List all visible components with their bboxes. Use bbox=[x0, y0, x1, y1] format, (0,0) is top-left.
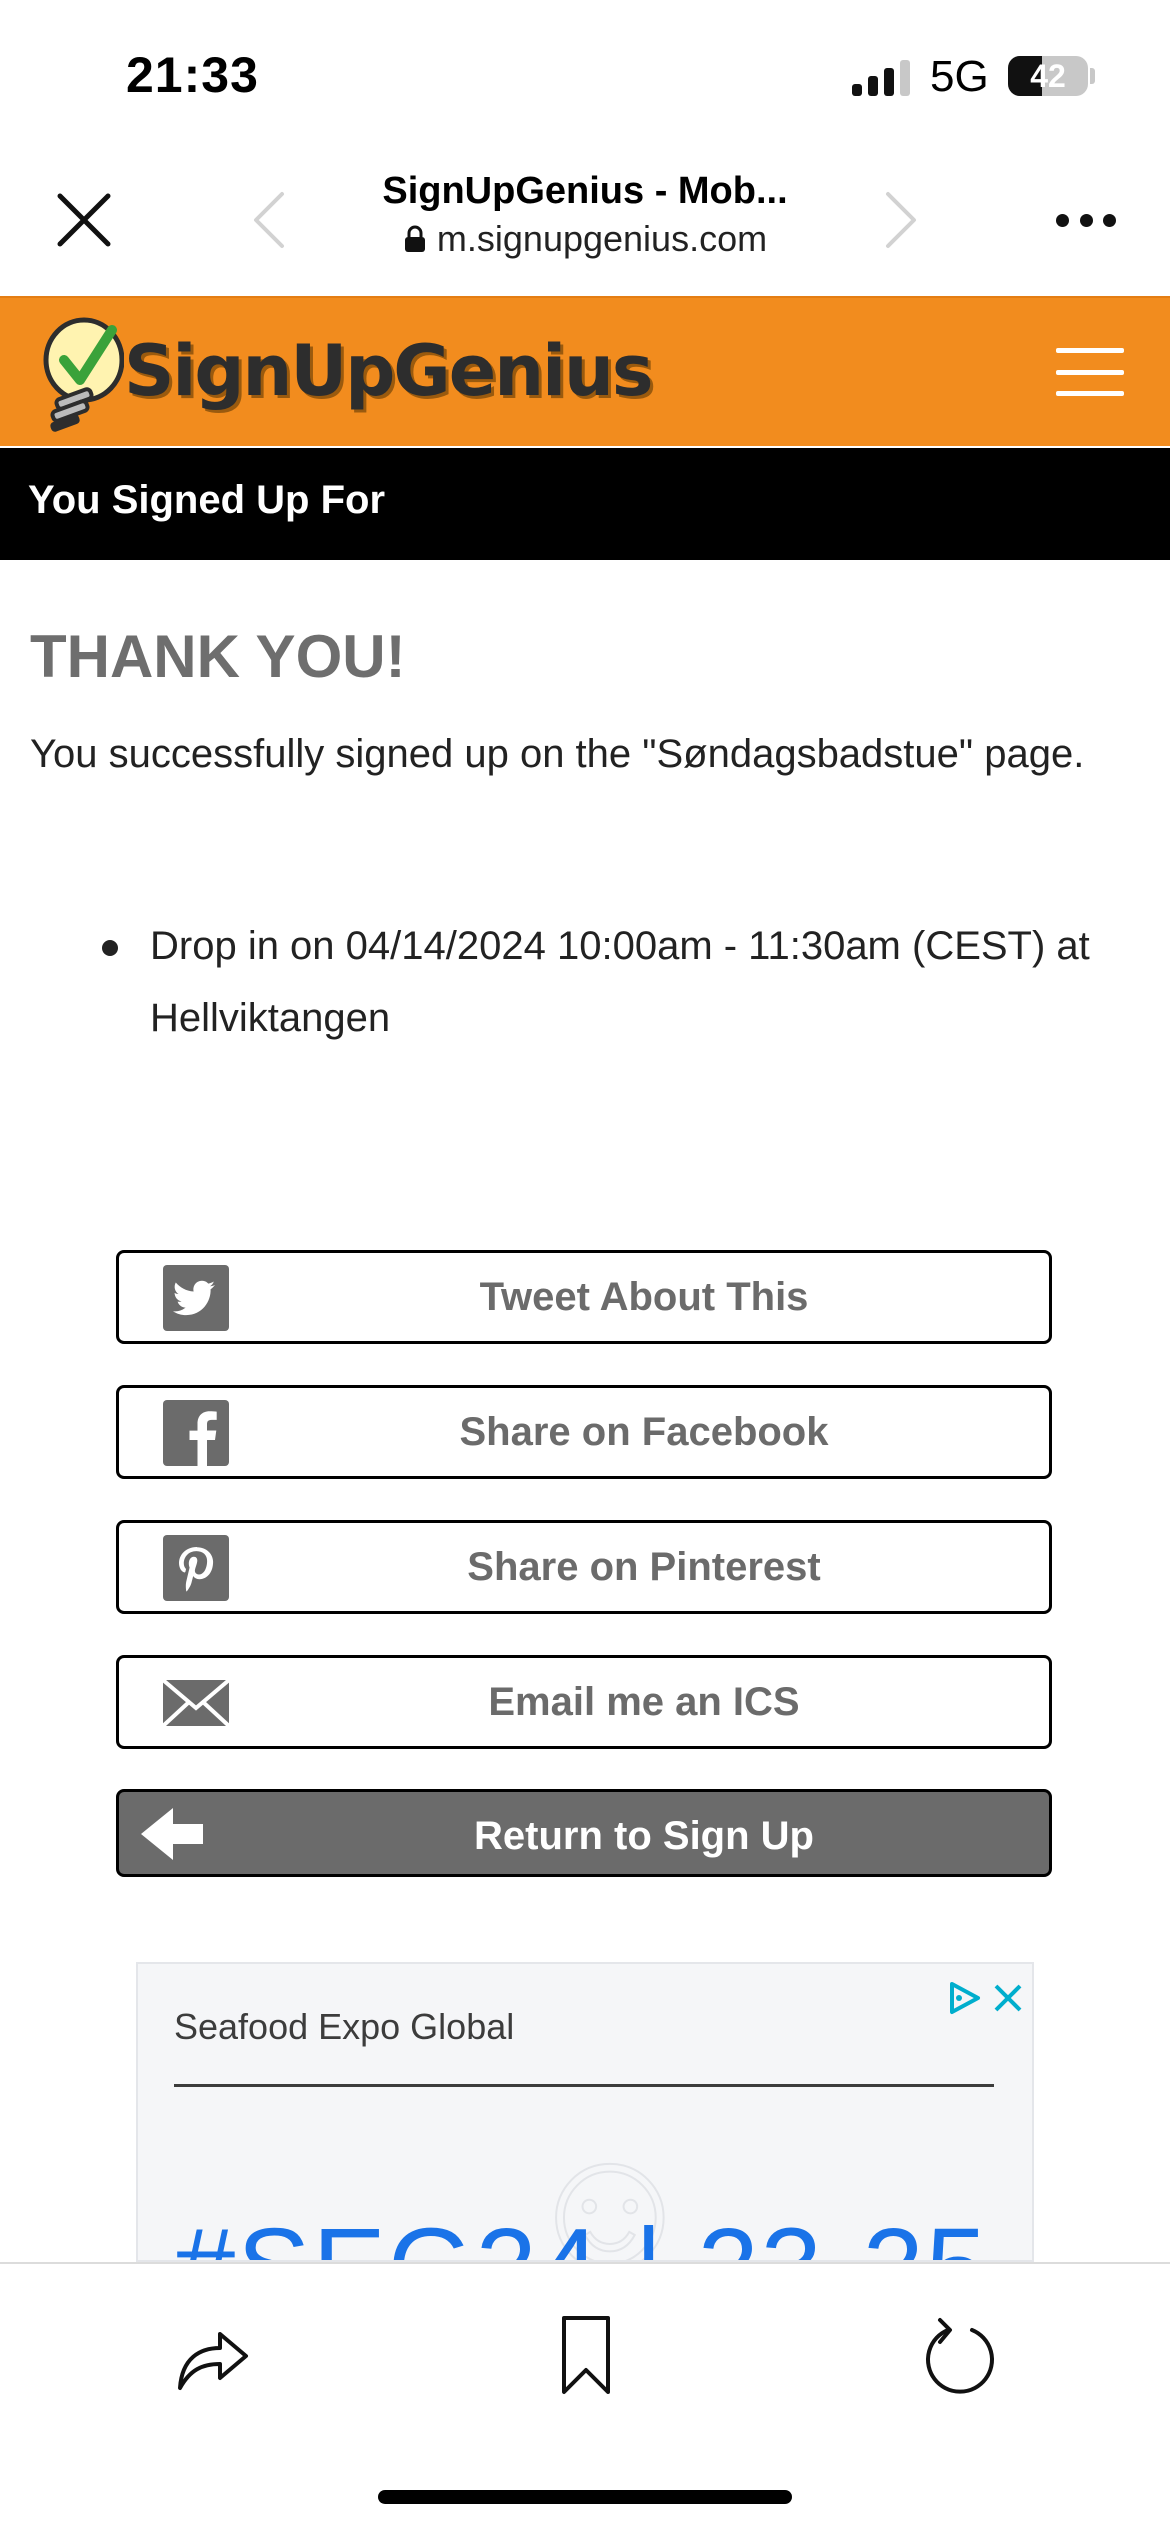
battery-icon: 42 bbox=[1008, 56, 1088, 96]
section-title: You Signed Up For bbox=[28, 478, 386, 522]
address-bar[interactable]: m.signupgenius.com bbox=[320, 218, 850, 260]
facebook-share-button[interactable]: Share on Facebook bbox=[116, 1385, 1052, 1479]
email-icon bbox=[163, 1678, 229, 1728]
status-time: 21:33 bbox=[126, 47, 259, 103]
close-icon[interactable] bbox=[52, 188, 116, 252]
pinterest-label: Share on Pinterest bbox=[467, 1545, 821, 1589]
network-type: 5G bbox=[930, 52, 989, 101]
tweet-button[interactable]: Tweet About This bbox=[116, 1250, 1052, 1344]
section-header: You Signed Up For bbox=[0, 448, 1170, 560]
url-text: m.signupgenius.com bbox=[436, 218, 768, 259]
ad-headline: #SEG24 | 23-25 bbox=[174, 2204, 989, 2260]
return-label: Return to Sign Up bbox=[474, 1814, 814, 1858]
left-arrow-icon bbox=[141, 1808, 203, 1860]
bookmark-icon[interactable] bbox=[556, 2314, 616, 2398]
pinterest-icon bbox=[163, 1535, 229, 1601]
signup-slot-list: Drop in on 04/14/2024 10:00am - 11:30am … bbox=[96, 910, 1156, 1054]
more-icon[interactable] bbox=[1056, 208, 1116, 232]
bottom-toolbar bbox=[0, 2262, 1170, 2532]
cellular-signal-icon bbox=[852, 60, 912, 96]
confirmation-message: You successfully signed up on the "Sønda… bbox=[30, 732, 1085, 776]
advertisement-banner[interactable]: ☺ Seafood Expo Global #SEG24 | 23-25 bbox=[136, 1962, 1034, 2262]
pinterest-share-button[interactable]: Share on Pinterest bbox=[116, 1520, 1052, 1614]
lock-icon bbox=[404, 225, 425, 252]
ad-close-icon[interactable] bbox=[990, 1978, 1026, 2018]
ad-divider bbox=[174, 2084, 994, 2087]
browser-toolbar: SignUpGenius - Mob... m.signupgenius.com bbox=[0, 150, 1170, 296]
facebook-icon bbox=[163, 1400, 229, 1466]
ad-title: Seafood Expo Global bbox=[174, 2006, 515, 2047]
adchoices-icon[interactable] bbox=[944, 1978, 984, 2018]
signupgenius-logo[interactable]: SignUpGenius bbox=[34, 310, 654, 436]
logo-text: SignUpGenius bbox=[124, 330, 654, 412]
email-ics-button[interactable]: Email me an ICS bbox=[116, 1655, 1052, 1749]
battery-nub bbox=[1090, 68, 1095, 84]
site-header: SignUpGenius bbox=[0, 296, 1170, 446]
twitter-icon bbox=[163, 1265, 229, 1331]
facebook-label: Share on Facebook bbox=[459, 1410, 829, 1454]
back-arrow-icon[interactable] bbox=[246, 188, 296, 252]
page-title: SignUpGenius - Mob... bbox=[382, 170, 788, 212]
refresh-icon[interactable] bbox=[920, 2314, 1000, 2398]
battery-level: 42 bbox=[1030, 58, 1066, 94]
share-icon[interactable] bbox=[172, 2318, 252, 2398]
home-indicator bbox=[378, 2490, 792, 2504]
thank-you-heading: THANK YOU! bbox=[30, 623, 406, 690]
email-ics-label: Email me an ICS bbox=[488, 1680, 800, 1724]
hamburger-menu-icon[interactable] bbox=[1056, 348, 1124, 396]
forward-arrow-icon[interactable] bbox=[874, 188, 924, 252]
tweet-label: Tweet About This bbox=[479, 1275, 809, 1319]
lightbulb-icon bbox=[43, 317, 124, 432]
return-to-signup-button[interactable]: Return to Sign Up bbox=[116, 1789, 1052, 1877]
signup-slot-item: Drop in on 04/14/2024 10:00am - 11:30am … bbox=[96, 910, 1156, 1054]
status-bar: 21:33 5G 42 bbox=[0, 0, 1170, 150]
